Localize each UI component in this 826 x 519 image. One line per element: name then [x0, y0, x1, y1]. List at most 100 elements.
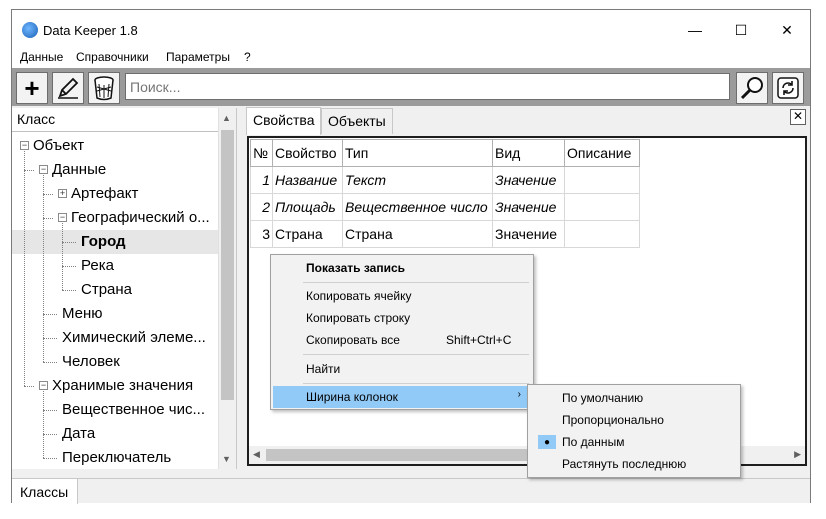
minimize-button[interactable]: —	[672, 10, 718, 50]
cell-property[interactable]: Площадь	[272, 193, 343, 221]
cell-kind[interactable]: Значение	[492, 220, 565, 248]
table-row[interactable]: 1 Название Текст Значение	[250, 166, 640, 194]
tree-connector	[43, 314, 57, 315]
cell-description[interactable]	[564, 193, 640, 221]
refresh-button[interactable]	[772, 72, 804, 104]
scroll-right-icon[interactable]: ▶	[794, 449, 801, 460]
close-button[interactable]: ✕	[764, 10, 810, 50]
menu-item-copy-cell[interactable]: Копировать ячейку	[273, 285, 531, 307]
scroll-left-icon[interactable]: ◀	[253, 449, 260, 460]
menu-data[interactable]: Данные	[20, 50, 63, 64]
tree-connector	[62, 290, 76, 291]
column-header-property[interactable]: Свойство	[272, 139, 343, 167]
collapse-icon[interactable]: −	[39, 381, 48, 390]
table-row[interactable]: 3 Страна Страна Значение	[250, 220, 640, 248]
tree-item-label: Город	[81, 233, 126, 250]
cell-type[interactable]: Страна	[342, 220, 493, 248]
cell-number[interactable]: 3	[250, 220, 273, 248]
tree-item[interactable]: − Объект	[12, 134, 218, 158]
scroll-down-icon[interactable]: ▼	[222, 454, 231, 464]
tab-properties[interactable]: Свойства	[246, 107, 322, 135]
tree-connector	[62, 266, 76, 267]
column-header-number[interactable]: №	[250, 139, 273, 167]
table-header-row: № Свойство Тип Вид Описание	[250, 139, 640, 167]
cell-property[interactable]: Название	[272, 166, 343, 194]
menu-parameters[interactable]: Параметры	[166, 50, 230, 64]
cell-description[interactable]	[564, 166, 640, 194]
delete-button[interactable]	[88, 72, 120, 104]
tab-classes[interactable]: Классы	[12, 479, 78, 504]
menu-references[interactable]: Справочники	[76, 50, 149, 64]
column-header-kind[interactable]: Вид	[492, 139, 565, 167]
cell-number[interactable]: 1	[250, 166, 273, 194]
search-input[interactable]	[125, 73, 730, 100]
trash-icon	[94, 76, 114, 101]
cell-type[interactable]: Текст	[342, 166, 493, 194]
tree-connector	[43, 194, 53, 195]
menu-item-column-width-label: Ширина колонок	[306, 390, 398, 404]
tree-item-label: Переключатель	[62, 449, 172, 466]
cell-kind[interactable]: Значение	[492, 193, 565, 221]
close-tab-icon[interactable]: ✕	[790, 109, 806, 125]
scroll-up-icon[interactable]: ▲	[222, 113, 231, 123]
tree-connector	[43, 434, 57, 435]
tree-item-label: Человек	[62, 353, 120, 370]
menu-bar: Данные Справочники Параметры ?	[12, 50, 810, 68]
menu-item-copy-all[interactable]: Скопировать все Shift+Ctrl+C	[273, 329, 531, 351]
column-header-type[interactable]: Тип	[342, 139, 493, 167]
class-tree[interactable]: − Объект − Данные + Артефакт − Географический о…	[12, 134, 218, 469]
tab-objects[interactable]: Объекты	[321, 108, 393, 134]
title-bar: Data Keeper 1.8 — ☐ ✕	[12, 10, 810, 50]
add-button[interactable]: +	[16, 72, 48, 104]
column-width-submenu: По умолчанию Пропорционально ● По данным…	[527, 384, 741, 478]
app-logo-icon	[22, 22, 38, 38]
cell-description[interactable]	[564, 220, 640, 248]
tree-item-label: Меню	[62, 305, 103, 322]
tree-item-label: Вещественное чис...	[62, 401, 205, 418]
collapse-icon[interactable]: −	[20, 141, 29, 150]
tree-item-label: Географический о...	[71, 209, 210, 226]
edit-button[interactable]	[52, 72, 84, 104]
menu-item-by-data[interactable]: ● По данным	[530, 431, 738, 453]
expand-icon[interactable]: +	[58, 189, 67, 198]
menu-item-stretch-last[interactable]: Растянуть последнюю	[530, 453, 738, 475]
menu-item-find[interactable]: Найти	[273, 358, 531, 380]
maximize-button[interactable]: ☐	[718, 10, 764, 50]
toolbar: +	[12, 68, 810, 106]
submenu-arrow-icon: ›	[517, 389, 521, 400]
cell-type[interactable]: Вещественное число	[342, 193, 493, 221]
pencil-icon	[58, 77, 79, 99]
scroll-thumb[interactable]	[221, 130, 234, 400]
tree-connector	[43, 338, 57, 339]
menu-item-default[interactable]: По умолчанию	[530, 387, 738, 409]
tree-connector	[62, 223, 63, 290]
table-row[interactable]: 2 Площадь Вещественное число Значение	[250, 193, 640, 221]
cell-number[interactable]: 2	[250, 193, 273, 221]
menu-item-column-width[interactable]: Ширина колонок ›	[273, 386, 531, 408]
tree-connector	[62, 242, 76, 243]
tree-connector	[43, 458, 57, 459]
menu-item-show-record[interactable]: Показать запись	[273, 257, 531, 279]
copy-all-shortcut: Shift+Ctrl+C	[446, 333, 512, 347]
menu-item-copy-row[interactable]: Копировать строку	[273, 307, 531, 329]
column-header-description[interactable]: Описание	[564, 139, 640, 167]
scroll-thumb[interactable]	[266, 449, 544, 461]
class-column-header[interactable]: Класс	[12, 108, 218, 132]
cell-property[interactable]: Страна	[272, 220, 343, 248]
tree-item-label: Река	[81, 257, 114, 274]
tree-item-label: Артефакт	[71, 185, 139, 202]
tree-vertical-scrollbar[interactable]: ▲ ▼	[218, 108, 236, 469]
tree-item-label: Хранимые значения	[52, 377, 194, 394]
collapse-icon[interactable]: −	[58, 213, 67, 222]
menu-item-proportional[interactable]: Пропорционально	[530, 409, 738, 431]
tree-connector	[43, 218, 53, 219]
tree-connector	[43, 410, 57, 411]
bottom-tab-bar: Классы	[12, 478, 810, 504]
search-button[interactable]	[736, 72, 768, 104]
menu-item-copy-all-label: Скопировать все	[306, 333, 400, 347]
tree-item-label: Данные	[52, 161, 107, 178]
collapse-icon[interactable]: −	[39, 165, 48, 174]
cell-kind[interactable]: Значение	[492, 166, 565, 194]
tree-item-label: Дата	[62, 425, 96, 442]
menu-help[interactable]: ?	[244, 50, 251, 64]
